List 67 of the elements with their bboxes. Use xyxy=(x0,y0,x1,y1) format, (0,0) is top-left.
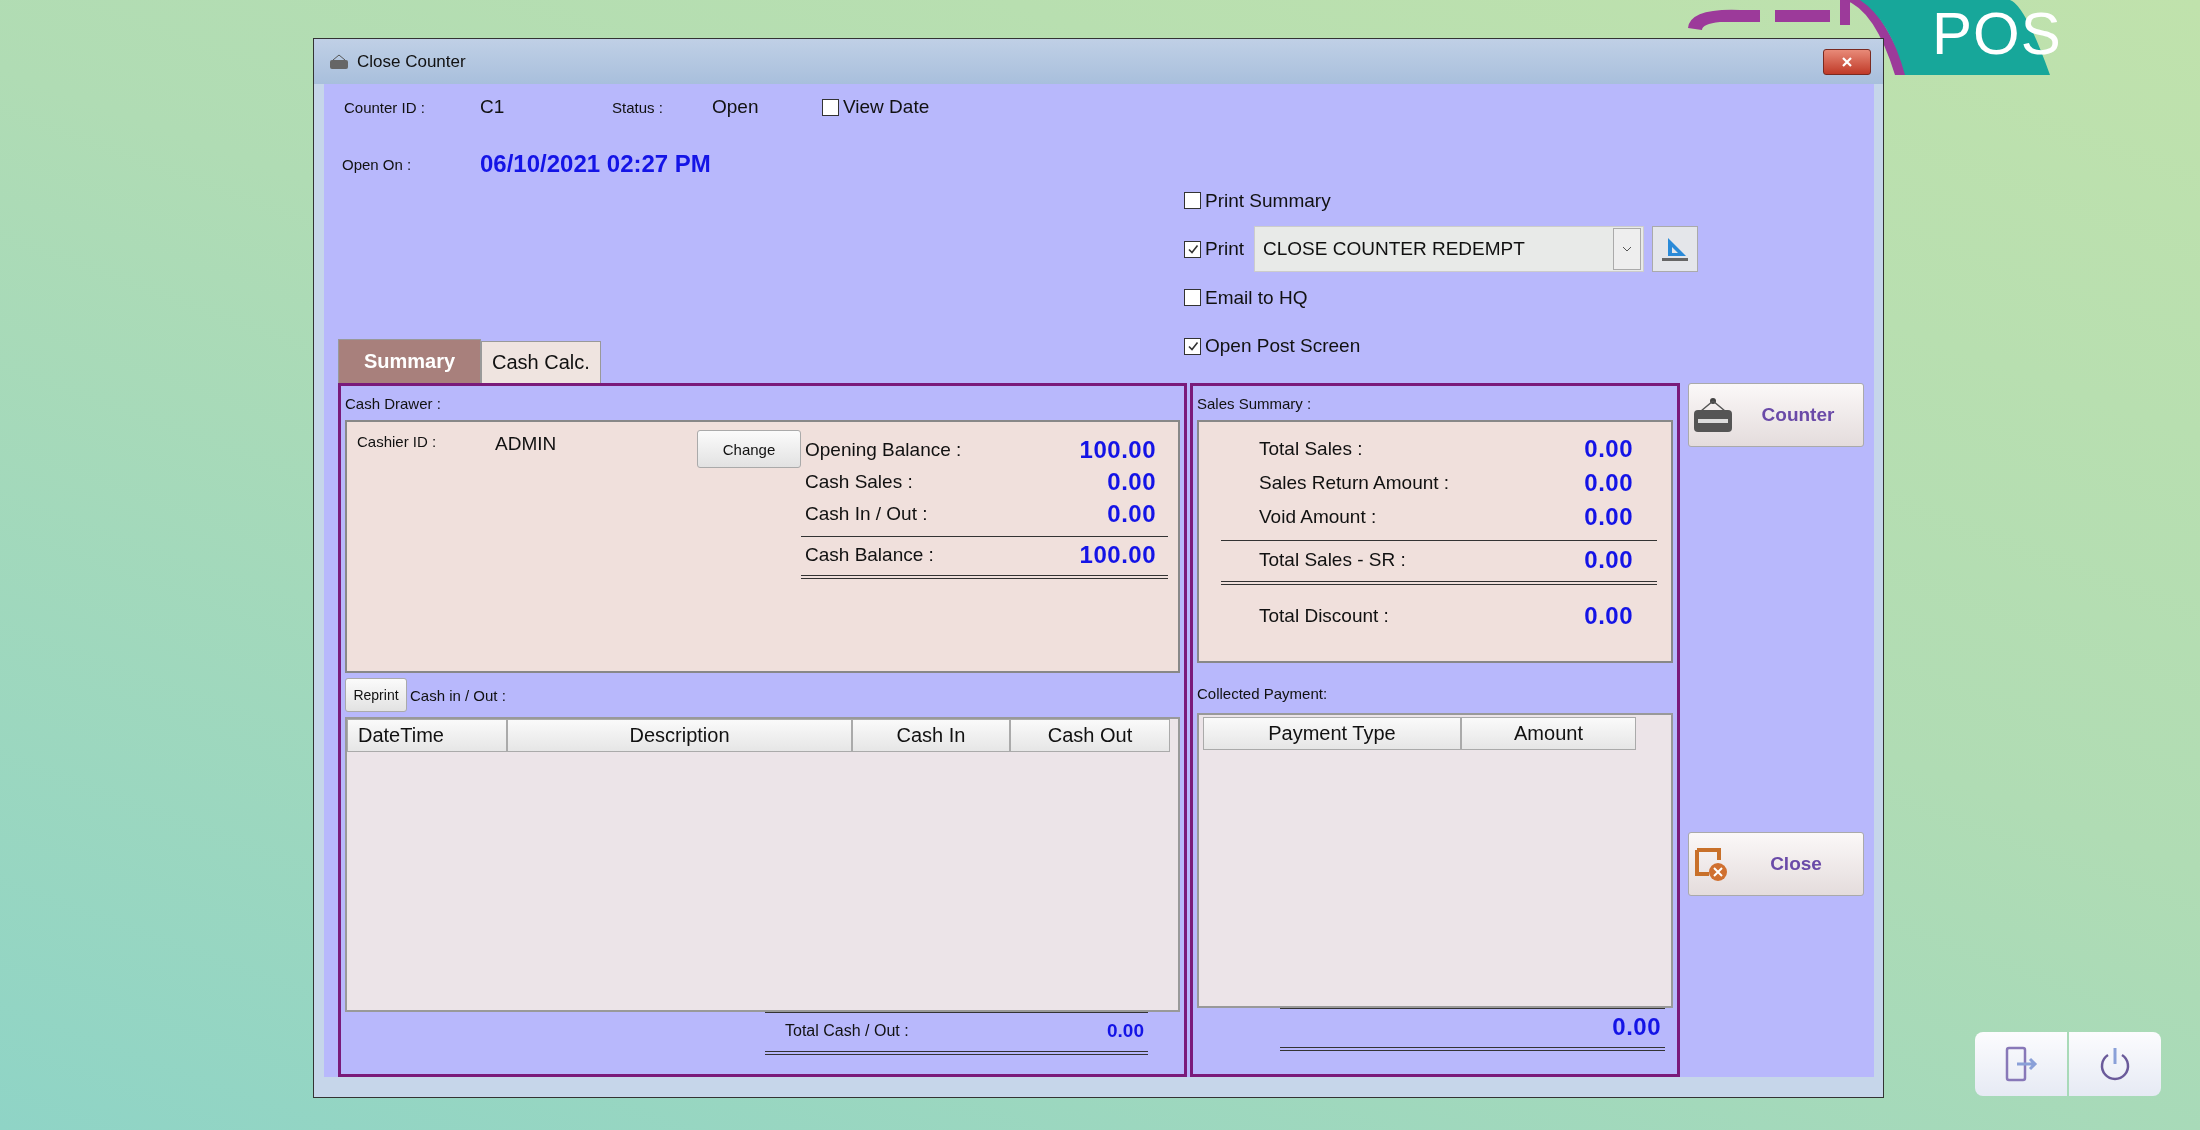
close-icon[interactable] xyxy=(1823,48,1871,75)
amount-label: Opening Balance : xyxy=(805,439,962,461)
column-header[interactable]: Cash Out xyxy=(1010,719,1170,752)
window-title: Close Counter xyxy=(357,51,467,72)
status-value: Open xyxy=(712,96,760,118)
amount-value: 0.00 xyxy=(1584,469,1633,497)
counter-id-label: Counter ID : xyxy=(344,98,426,116)
check-icon xyxy=(1186,243,1199,255)
change-button[interactable]: Change xyxy=(697,430,801,468)
cashier-label: Cashier ID : xyxy=(357,433,438,450)
closed-sign-icon xyxy=(1693,397,1733,433)
checkbox-label: Open Post Screen xyxy=(1205,335,1361,357)
section-title: Cash in / Out : xyxy=(410,686,506,704)
total-value: 0.00 xyxy=(1612,1013,1661,1041)
column-header[interactable]: Amount xyxy=(1461,717,1636,750)
checkbox-label: View Date xyxy=(843,96,930,118)
total-value: 100.00 xyxy=(1079,541,1156,569)
close-button[interactable]: Close xyxy=(1688,832,1864,896)
total-label: Total Sales - SR : xyxy=(1259,549,1406,571)
open-date: 06/10/2021 02:27 PM xyxy=(480,150,711,178)
section-title: Cash Drawer : xyxy=(345,393,442,414)
column-header[interactable]: DateTime xyxy=(347,719,507,752)
counter-button[interactable]: Counter xyxy=(1688,383,1864,447)
caret-icon xyxy=(1622,246,1632,252)
window-close-icon xyxy=(1693,846,1729,882)
total-value: 0.00 xyxy=(1107,1020,1144,1042)
section-title: Sales Summary : xyxy=(1197,393,1313,414)
checkbox[interactable] xyxy=(1184,337,1201,355)
amount-label: Void Amount : xyxy=(1259,506,1377,528)
amount-label: Cash Sales : xyxy=(805,471,913,493)
checkbox-label: Print xyxy=(1205,238,1245,260)
checkbox[interactable] xyxy=(822,98,839,116)
checkbox[interactable] xyxy=(1184,240,1201,258)
column-header[interactable]: Payment Type xyxy=(1203,717,1461,750)
column-header[interactable]: Cash In xyxy=(852,719,1010,752)
amount-value: 0.00 xyxy=(1107,500,1156,528)
section-title: Collected Payment: xyxy=(1197,683,1329,704)
tab[interactable]: Cash Calc. xyxy=(481,341,601,383)
checkbox[interactable] xyxy=(1184,192,1201,209)
amount-value: 0.00 xyxy=(1584,503,1633,531)
total-value: 0.00 xyxy=(1584,546,1633,574)
counter-id: C1 xyxy=(480,96,506,118)
sign-icon xyxy=(329,53,349,70)
checkbox-label: Email to HQ xyxy=(1205,286,1308,309)
set-square-icon xyxy=(1660,236,1690,262)
check-icon xyxy=(1186,340,1199,352)
total-label: Cash Balance : xyxy=(805,544,934,566)
amount-value: 0.00 xyxy=(1584,602,1633,630)
power-icon[interactable] xyxy=(2069,1032,2161,1096)
checkbox-label: Print Summary xyxy=(1205,189,1331,212)
amount-label: Total Sales : xyxy=(1259,438,1363,460)
amount-label: Total Discount : xyxy=(1259,605,1389,627)
amount-value: 0.00 xyxy=(1107,468,1156,496)
exit-icon[interactable] xyxy=(1975,1032,2067,1096)
report-dropdown[interactable]: CLOSE COUNTER REDEMPT xyxy=(1254,226,1644,272)
amount-value: 100.00 xyxy=(1079,436,1156,464)
reprint-button[interactable]: Reprint xyxy=(345,678,407,712)
amount-label: Cash In / Out : xyxy=(805,503,928,525)
amount-value: 0.00 xyxy=(1584,435,1633,463)
cashier-id: ADMIN xyxy=(495,433,557,455)
open-on-label: Open On : xyxy=(342,155,413,173)
column-header[interactable]: Description xyxy=(507,719,852,752)
total-label: Total Cash / Out : xyxy=(785,1022,909,1040)
checkbox[interactable] xyxy=(1184,289,1201,306)
amount-label: Sales Return Amount : xyxy=(1259,472,1450,494)
status-label: Status : xyxy=(612,98,664,116)
design-button[interactable] xyxy=(1652,226,1698,272)
